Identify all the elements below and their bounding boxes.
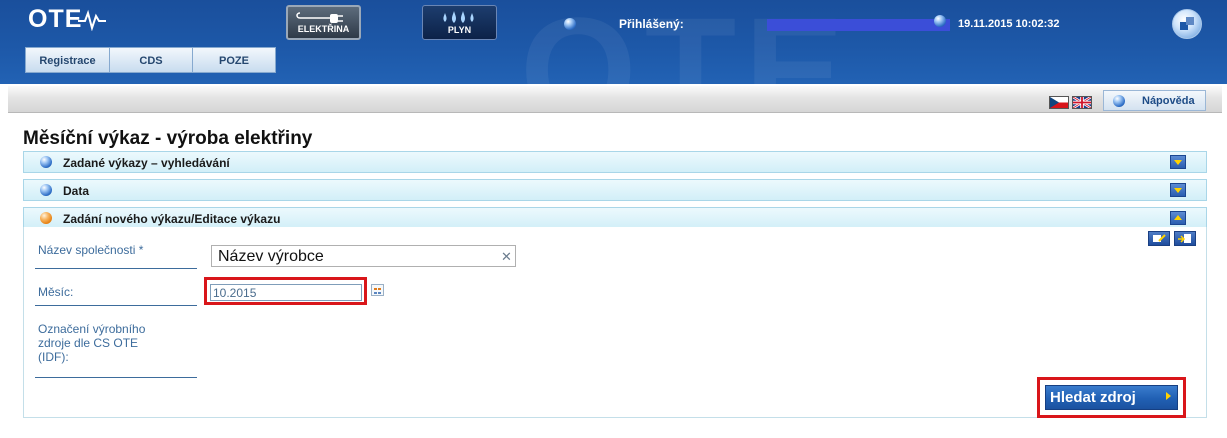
nav-elektrina-label: ELEKTŘINA bbox=[297, 24, 350, 34]
toolbar bbox=[8, 86, 1222, 113]
idf-label: Označení výrobního zdroje dle CS OTE (ID… bbox=[38, 322, 146, 364]
help-orb-icon bbox=[1113, 95, 1125, 107]
status-orb-icon bbox=[564, 18, 576, 30]
help-label: Nápověda bbox=[1142, 95, 1195, 107]
export-tool-icon[interactable] bbox=[1174, 231, 1196, 246]
logout-icon[interactable] bbox=[1172, 9, 1202, 39]
nav-elektrina-button[interactable]: ELEKTŘINA bbox=[286, 5, 361, 40]
section-active-orb-icon bbox=[40, 212, 52, 224]
clear-icon[interactable]: ✕ bbox=[501, 249, 512, 265]
logo[interactable]: OTE bbox=[28, 5, 82, 34]
divider bbox=[35, 268, 197, 269]
nav-plyn-label: PLYN bbox=[447, 25, 472, 35]
help-button[interactable]: Nápověda bbox=[1103, 90, 1206, 111]
app-header: OTE OTE ELEKTŘINA PLYN Přihlášený: 19.11… bbox=[0, 0, 1227, 84]
company-input[interactable]: Název výrobce bbox=[211, 245, 516, 267]
header-watermark: OTE bbox=[520, 0, 853, 84]
expand-icon[interactable] bbox=[1170, 183, 1186, 197]
expand-icon[interactable] bbox=[1170, 155, 1186, 169]
section-title: Zadané výkazy – vyhledávání bbox=[63, 156, 230, 170]
divider bbox=[35, 305, 197, 306]
section-search-header[interactable]: Zadané výkazy – vyhledávání bbox=[23, 151, 1207, 173]
tab-cds[interactable]: CDS bbox=[109, 47, 193, 73]
nav-plyn-button[interactable]: PLYN bbox=[422, 5, 497, 40]
search-source-button[interactable]: Hledat zdroj bbox=[1045, 385, 1178, 410]
section-orb-icon bbox=[40, 184, 52, 196]
company-label: Název společnosti * bbox=[38, 243, 144, 257]
tab-poze[interactable]: POZE bbox=[192, 47, 276, 73]
section-title: Zadání nového výkazu/Editace výkazu bbox=[63, 212, 281, 226]
section-orb-icon bbox=[40, 156, 52, 168]
divider bbox=[35, 377, 197, 378]
datetime: 19.11.2015 10:02:32 bbox=[958, 18, 1060, 30]
section-data-header[interactable]: Data bbox=[23, 179, 1207, 201]
login-user-name bbox=[767, 19, 950, 31]
edit-tool-icon[interactable] bbox=[1148, 231, 1170, 246]
calendar-icon[interactable] bbox=[371, 284, 384, 296]
arrow-right-icon bbox=[1166, 392, 1171, 400]
uk-flag-icon[interactable] bbox=[1072, 96, 1092, 109]
main-tabs: Registrace CDS POZE bbox=[25, 47, 276, 73]
section-edit-header[interactable]: Zadání nového výkazu/Editace výkazu bbox=[23, 207, 1207, 229]
logo-wave-icon bbox=[78, 9, 106, 31]
page-title: Měsíční výkaz - výroba elektřiny bbox=[23, 128, 313, 149]
czech-flag-icon[interactable] bbox=[1049, 96, 1069, 109]
login-label: Přihlášený: bbox=[619, 17, 684, 31]
month-input[interactable]: 10.2015 bbox=[210, 284, 362, 301]
edit-form-panel bbox=[23, 227, 1207, 418]
collapse-icon[interactable] bbox=[1170, 211, 1186, 225]
section-title: Data bbox=[63, 184, 90, 198]
search-source-label: Hledat zdroj bbox=[1050, 389, 1136, 406]
status-orb-icon bbox=[934, 15, 946, 27]
flame-icon bbox=[443, 11, 474, 23]
tab-registrace[interactable]: Registrace bbox=[25, 47, 110, 73]
month-label: Měsíc: bbox=[38, 285, 74, 299]
